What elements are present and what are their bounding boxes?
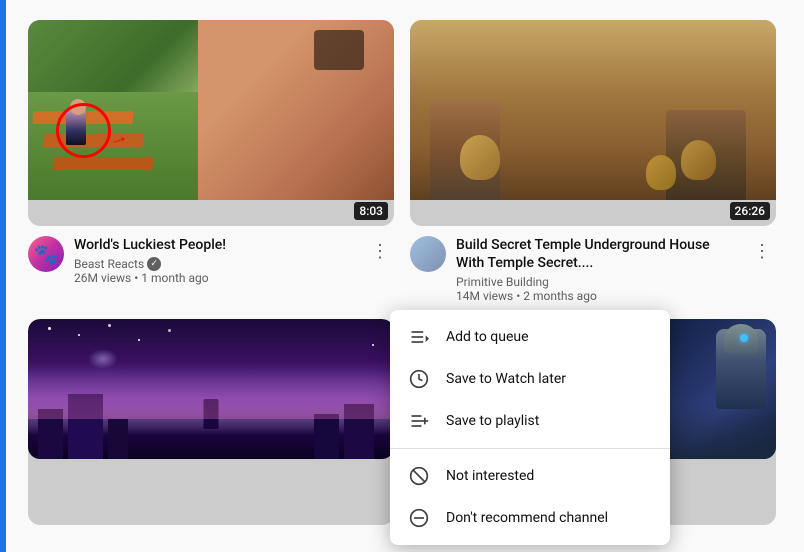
thumbnail-night[interactable] [28,319,394,525]
menu-item-save-playlist[interactable]: Save to playlist [390,400,670,442]
menu-label-watch-later: Save to Watch later [446,371,566,387]
thumbnail-beast[interactable]: → 8:03 [28,20,394,226]
not-interested-icon [408,465,430,487]
duration-temple: 26:26 [730,202,770,220]
duration-beast: 8:03 [354,202,388,220]
queue-icon [408,326,430,348]
more-button-temple[interactable]: ⋮ [748,238,776,266]
left-accent-bar [0,0,6,552]
avatar-temple[interactable] [410,236,446,272]
avatar-beast[interactable]: 🐾 [28,236,64,272]
video-title-temple: Build Secret Temple Underground House Wi… [456,236,738,272]
video-stats-temple: 14M views • 2 months ago [456,289,738,303]
menu-item-not-interested[interactable]: Not interested [390,455,670,497]
video-stats-beast: 26M views • 1 month ago [74,271,356,285]
channel-name-temple: Primitive Building [456,275,738,289]
menu-item-watch-later[interactable]: Save to Watch later [390,358,670,400]
menu-label-dont-recommend: Don't recommend channel [446,510,608,526]
page-container: → 8:03 🐾 World's Luckiest People! Beast … [0,0,804,552]
menu-label-save-playlist: Save to playlist [446,413,539,429]
menu-separator [390,448,670,449]
clock-icon [408,368,430,390]
verified-icon-beast: ✓ [147,257,161,271]
video-info-beast: 🐾 World's Luckiest People! Beast Reacts … [28,226,394,285]
video-meta-beast: World's Luckiest People! Beast Reacts ✓ … [74,236,356,285]
channel-name-beast: Beast Reacts ✓ [74,257,356,271]
video-card-beast-reacts: → 8:03 🐾 World's Luckiest People! Beast … [20,20,402,319]
dont-recommend-icon [408,507,430,529]
video-card-temple: 26:26 Build Secret Temple Underground Ho… [402,20,784,319]
thumbnail-temple[interactable]: 26:26 [410,20,776,226]
video-meta-temple: Build Secret Temple Underground House Wi… [456,236,738,303]
avatar-icon: 🐾 [34,242,59,266]
video-info-temple: Build Secret Temple Underground House Wi… [410,226,776,303]
video-title-beast: World's Luckiest People! [74,236,356,254]
video-grid: → 8:03 🐾 World's Luckiest People! Beast … [0,0,804,319]
menu-label-not-interested: Not interested [446,468,534,484]
menu-item-dont-recommend[interactable]: Don't recommend channel [390,497,670,539]
video-card-night [20,319,402,525]
context-menu: Add to queue Save to Watch later [390,310,670,545]
playlist-add-icon [408,410,430,432]
more-button-beast[interactable]: ⋮ [366,238,394,266]
menu-label-add-queue: Add to queue [446,329,529,345]
menu-item-add-queue[interactable]: Add to queue [390,316,670,358]
